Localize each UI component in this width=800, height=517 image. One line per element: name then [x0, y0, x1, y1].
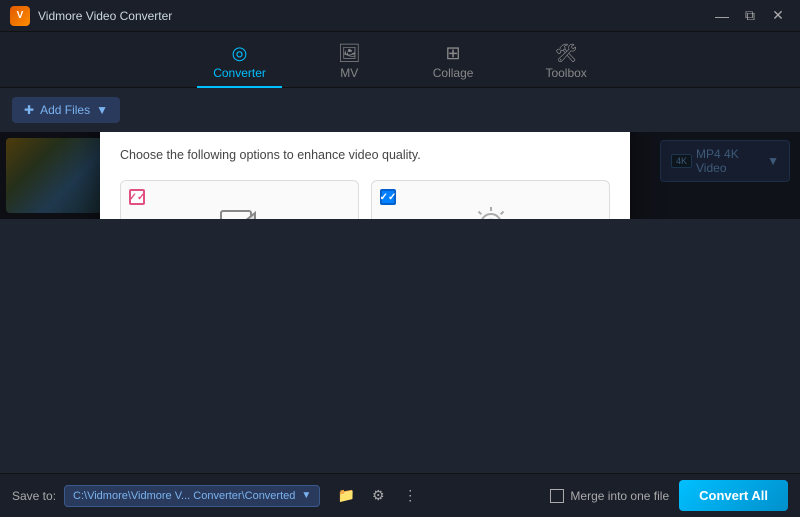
nav-item-collage[interactable]: ⊞ Collage	[417, 37, 490, 88]
nav-label-mv: MV	[340, 66, 358, 80]
maximize-button[interactable]: ⧉	[738, 6, 762, 26]
modal-overlay: V Video Enhancer ― ✕ Choose the followin…	[0, 132, 800, 219]
folder-open-button[interactable]: 📁	[332, 482, 360, 510]
minimize-button[interactable]: ―	[710, 6, 734, 26]
nav-item-toolbox[interactable]: 🛠 Toolbox	[529, 37, 602, 88]
nav-item-mv[interactable]: 🖼 MV	[322, 37, 377, 88]
merge-checkbox-area[interactable]: Merge into one file	[550, 489, 669, 503]
nav-item-converter[interactable]: ◎ Converter	[197, 37, 282, 88]
brightness-checkbox[interactable]: ✓	[380, 189, 396, 205]
toolbox-icon: 🛠	[555, 43, 578, 64]
close-button[interactable]: ✕	[766, 6, 790, 26]
save-path-arrow: ▼	[301, 490, 311, 501]
add-icon: ✚	[24, 103, 34, 117]
more-options-button[interactable]: ⋮	[396, 482, 424, 510]
mv-icon: 🖼	[338, 43, 361, 64]
toolbar: ✚ Add Files ▼	[0, 88, 800, 132]
add-files-dropdown-arrow: ▼	[96, 103, 108, 117]
merge-label: Merge into one file	[570, 489, 669, 503]
save-path-selector[interactable]: C:\Vidmore\Vidmore V... Converter\Conver…	[64, 485, 320, 507]
nav-bar: ◎ Converter 🖼 MV ⊞ Collage 🛠 Toolbox	[0, 32, 800, 88]
title-bar: V Vidmore Video Converter ― ⧉ ✕	[0, 0, 800, 32]
options-grid: ✓ Upscale Re	[120, 180, 610, 219]
video-enhancer-dialog: V Video Enhancer ― ✕ Choose the followin…	[100, 132, 630, 219]
collage-icon: ⊞	[446, 43, 461, 64]
app-title: Vidmore Video Converter	[38, 9, 172, 23]
nav-label-toolbox: Toolbox	[545, 66, 586, 80]
title-bar-controls: ― ⧉ ✕	[710, 6, 790, 26]
dialog-description: Choose the following options to enhance …	[120, 148, 610, 162]
converter-icon: ◎	[232, 43, 248, 64]
save-path-text: C:\Vidmore\Vidmore V... Converter\Conver…	[73, 490, 295, 502]
content-area: 4K MP4 4K Video ▼ V Video Enhancer ― ✕	[0, 132, 800, 219]
option-brightness[interactable]: ✓	[371, 180, 610, 219]
title-bar-left: V Vidmore Video Converter	[10, 6, 172, 26]
nav-label-converter: Converter	[213, 66, 266, 80]
convert-all-button[interactable]: Convert All	[679, 480, 788, 511]
add-files-button[interactable]: ✚ Add Files ▼	[12, 97, 120, 123]
bottom-icons: 📁 ⚙ ⋮	[332, 482, 424, 510]
bottom-bar: Save to: C:\Vidmore\Vidmore V... Convert…	[0, 473, 800, 517]
nav-label-collage: Collage	[433, 66, 474, 80]
settings-button[interactable]: ⚙	[364, 482, 392, 510]
save-to-label: Save to:	[12, 489, 56, 503]
option-upscale[interactable]: ✓ Upscale Re	[120, 180, 359, 219]
dialog-body: Choose the following options to enhance …	[100, 132, 630, 219]
merge-checkbox[interactable]	[550, 489, 564, 503]
upscale-icon	[213, 197, 267, 219]
upscale-checkbox[interactable]: ✓	[129, 189, 145, 205]
app-icon: V	[10, 6, 30, 26]
brightness-icon	[464, 197, 518, 219]
bottom-right: Merge into one file Convert All	[550, 480, 788, 511]
